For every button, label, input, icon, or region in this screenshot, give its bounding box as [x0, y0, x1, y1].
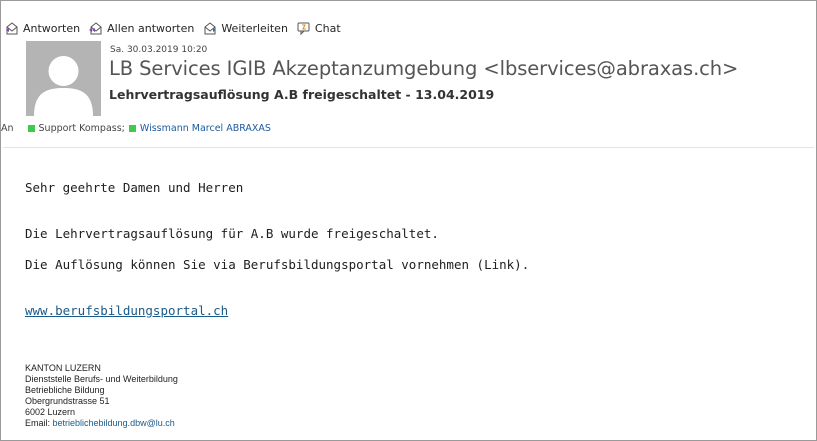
signature-unit: Betriebliche Bildung: [25, 385, 105, 395]
recipient-2[interactable]: Wissmann Marcel ABRAXAS: [140, 123, 271, 134]
presence-icon: [128, 125, 136, 132]
signature-street: Obergrundstrasse 51: [25, 396, 110, 406]
sender-avatar: [26, 41, 101, 116]
reply-icon: [6, 21, 18, 34]
sender-name[interactable]: LB Services IGIB Akzeptanzumgebung <lbse…: [109, 57, 738, 80]
signature-dept: Dienststelle Berufs- und Weiterbildung: [25, 374, 178, 384]
forward-button[interactable]: Weiterleiten: [203, 22, 288, 35]
to-label: An: [1, 123, 14, 134]
portal-link[interactable]: www.berufsbildungsportal.ch: [25, 303, 228, 318]
reply-label: Antworten: [23, 21, 81, 35]
forward-label: Weiterleiten: [221, 21, 288, 35]
signature-email-line: Email: betrieblichebildung.dbw@lu.ch: [25, 418, 175, 428]
signature-city: 6002 Luzern: [25, 407, 76, 417]
signature-org: KANTON LUZERN: [25, 363, 101, 373]
reply-all-label: Allen antworten: [107, 21, 195, 35]
email-label: Email:: [25, 418, 53, 428]
chat-button[interactable]: Chat: [297, 22, 341, 35]
person-silhouette-icon: [26, 41, 101, 116]
message-toolbar: Antworten Allen antworten Weiterleiten C…: [5, 19, 350, 37]
header-divider: [3, 147, 814, 148]
email-subject: Lehrvertragsauflösung A.B freigeschaltet…: [109, 87, 495, 102]
body-line-2: Die Auflösung können Sie via Berufsbildu…: [25, 257, 530, 272]
email-reading-pane: Antworten Allen antworten Weiterleiten C…: [0, 0, 817, 441]
recipients-line: An Support Kompass; Wissmann Marcel ABRA…: [1, 123, 271, 134]
chat-icon: [297, 22, 310, 35]
reply-all-button[interactable]: Allen antworten: [89, 22, 194, 35]
reply-all-icon: [89, 21, 102, 34]
signature-email-link[interactable]: betrieblichebildung.dbw@lu.ch: [53, 418, 175, 428]
forward-icon: [204, 21, 217, 34]
body-line-1: Die Lehrvertragsauflösung für A.B wurde …: [25, 226, 439, 241]
greeting: Sehr geehrte Damen und Herren: [25, 180, 244, 195]
presence-icon: [27, 125, 35, 132]
chat-label: Chat: [314, 21, 341, 35]
recipient-1[interactable]: Support Kompass;: [39, 123, 125, 134]
sent-date: Sa. 30.03.2019 10:20: [110, 45, 208, 55]
reply-button[interactable]: Antworten: [5, 22, 80, 35]
